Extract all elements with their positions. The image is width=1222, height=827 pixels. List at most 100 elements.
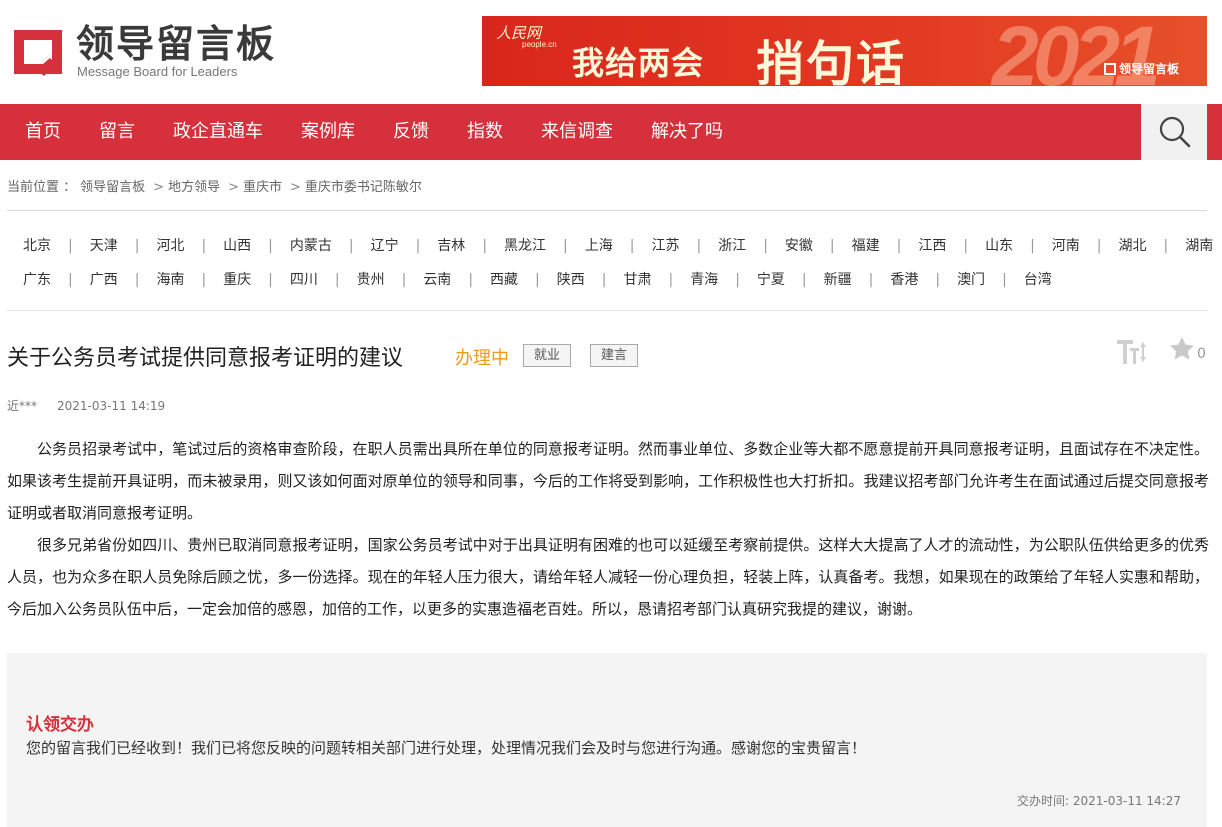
province-separator: | [415, 238, 421, 254]
province-separator: | [334, 272, 340, 288]
province-link[interactable]: 浙江 [718, 235, 746, 255]
post-time: 2021-03-11 14:19 [57, 399, 166, 413]
province-link[interactable]: 黑龙江 [504, 235, 546, 255]
province-link[interactable]: 宁夏 [757, 269, 785, 289]
breadcrumb: 当前位置 ：领导留言板 > 地方领导 > 重庆市 > 重庆市委书记陈敏尔 [7, 176, 426, 195]
search-button[interactable] [1141, 104, 1207, 160]
nav-item-solved[interactable]: 解决了吗 [651, 104, 723, 160]
province-separator: | [268, 272, 273, 288]
province-link[interactable]: 吉林 [437, 235, 465, 255]
province-list-row-2: 广东 | 广西 | 海南 | 重庆 | 四川 | 贵州 | 云南 | 西藏 | 陕西 | 甘肃 | 青海 | 宁夏 | 新疆 | 香… [23, 269, 1052, 289]
post-tag-employment[interactable]: 就业 [523, 344, 572, 367]
province-link[interactable]: 河南 [1052, 235, 1080, 255]
breadcrumb-prefix: 当前位置 ： [7, 180, 77, 195]
reply-time: 交办时间: 2021-03-11 14:27 [1017, 794, 1181, 808]
nav-item-index[interactable]: 指数 [467, 104, 503, 160]
banner-logo-icon [1104, 63, 1116, 75]
province-separator: | [468, 272, 474, 288]
post-paragraph: 很多兄弟省份如四川、贵州已取消同意报考证明，国家公务员考试中对于出具证明有困难的… [7, 536, 1209, 618]
reply-box: 认领交办 您的留言我们已经收到！我们已将您反映的问题转相关部门进行处理，处理情况… [7, 653, 1207, 827]
post-tag-suggestion[interactable]: 建言 [590, 344, 639, 367]
breadcrumb-item-board[interactable]: 领导留言板 [80, 180, 145, 195]
site-header: 领导留言板 Message Board for Leaders 2021 人民网… [0, 0, 1222, 104]
nav-item-cases[interactable]: 案例库 [301, 104, 355, 160]
province-separator: | [935, 272, 941, 288]
province-separator: | [963, 238, 969, 254]
province-link[interactable]: 辽宁 [371, 235, 399, 255]
province-link[interactable]: 河北 [156, 235, 184, 255]
province-link[interactable]: 重庆 [223, 269, 251, 289]
nav-item-home[interactable]: 首页 [25, 104, 61, 160]
post-title: 关于公务员考试提供同意报考证明的建议 [7, 346, 404, 371]
province-link[interactable]: 安徽 [785, 235, 813, 255]
banner-main-text: 我给两会 [572, 44, 705, 82]
breadcrumb-separator: > [228, 180, 239, 195]
nav-item-feedback[interactable]: 反馈 [393, 104, 429, 160]
nav-item-gov-enterprise[interactable]: 政企直通车 [173, 104, 263, 160]
province-link[interactable]: 台湾 [1024, 269, 1052, 289]
province-separator: | [829, 238, 835, 254]
province-link[interactable]: 云南 [423, 269, 451, 289]
banner-tag: 领导留言板 [1104, 60, 1179, 77]
province-link[interactable]: 山西 [223, 235, 251, 255]
province-link[interactable]: 天津 [90, 235, 118, 255]
province-link[interactable]: 贵州 [357, 269, 385, 289]
province-link[interactable]: 澳门 [957, 269, 985, 289]
province-separator: | [668, 272, 674, 288]
province-separator: | [896, 238, 902, 254]
province-separator: | [134, 238, 140, 254]
province-link[interactable]: 新疆 [824, 269, 852, 289]
province-link[interactable]: 山东 [985, 235, 1013, 255]
province-separator: | [735, 272, 740, 288]
province-link[interactable]: 四川 [290, 269, 318, 289]
province-link[interactable]: 广东 [23, 269, 51, 289]
post-paragraph: 公务员招录考试中，笔试过后的资格审查阶段，在职人员需出具所在单位的同意报考证明。… [7, 440, 1209, 522]
province-link[interactable]: 陕西 [557, 269, 585, 289]
main-nav: 首页 留言 政企直通车 案例库 反馈 指数 来信调查 解决了吗 [0, 104, 1222, 160]
province-divider [7, 310, 1207, 311]
province-link[interactable]: 甘肃 [623, 269, 651, 289]
two-sessions-banner[interactable]: 2021 人民网 people.cn 我给两会 捎句话 领导留言板 [482, 16, 1207, 86]
province-link[interactable]: 内蒙古 [290, 235, 332, 255]
province-link[interactable]: 上海 [585, 235, 613, 255]
province-separator: | [1002, 272, 1007, 288]
province-separator: | [68, 272, 73, 288]
province-separator: | [801, 272, 807, 288]
province-link[interactable]: 青海 [690, 269, 718, 289]
province-link[interactable]: 江苏 [651, 235, 679, 255]
banner-main-big-text: 捎句话 [756, 36, 907, 86]
province-separator: | [535, 272, 540, 288]
nav-item-message[interactable]: 留言 [99, 104, 135, 160]
province-separator: | [1163, 238, 1169, 254]
breadcrumb-item-leader[interactable]: 重庆市委书记陈敏尔 [305, 180, 422, 195]
font-size-icon [1117, 340, 1146, 364]
province-separator: | [482, 238, 488, 254]
breadcrumb-item-local[interactable]: 地方领导 [168, 180, 220, 195]
nav-item-survey[interactable]: 来信调查 [541, 104, 613, 160]
province-link[interactable]: 北京 [23, 235, 51, 255]
post-status: 办理中 [455, 348, 509, 369]
province-link[interactable]: 福建 [852, 235, 880, 255]
province-link[interactable]: 江西 [918, 235, 946, 255]
reply-text: 您的留言我们已经收到！我们已将您反映的问题转相关部门进行处理，处理情况我们会及时… [26, 739, 867, 757]
site-logo[interactable]: 领导留言板 Message Board for Leaders [10, 20, 280, 82]
star-icon [1170, 337, 1194, 360]
province-link[interactable]: 海南 [156, 269, 184, 289]
province-link[interactable]: 香港 [890, 269, 918, 289]
font-size-button[interactable] [1115, 336, 1149, 366]
logo-english-name: Message Board for Leaders [77, 64, 238, 79]
province-link[interactable]: 湖南 [1185, 235, 1213, 255]
province-separator: | [696, 238, 702, 254]
province-link[interactable]: 西藏 [490, 269, 518, 289]
province-separator: | [348, 238, 354, 254]
post-author: 近*** [7, 399, 38, 413]
province-separator: | [1030, 238, 1035, 254]
province-separator: | [601, 272, 607, 288]
province-link[interactable]: 湖北 [1119, 235, 1147, 255]
province-separator: | [868, 272, 874, 288]
banner-tag-text: 领导留言板 [1119, 62, 1180, 76]
breadcrumb-item-city[interactable]: 重庆市 [243, 180, 282, 195]
province-separator: | [201, 272, 207, 288]
search-icon [1159, 116, 1191, 148]
province-link[interactable]: 广西 [90, 269, 118, 289]
